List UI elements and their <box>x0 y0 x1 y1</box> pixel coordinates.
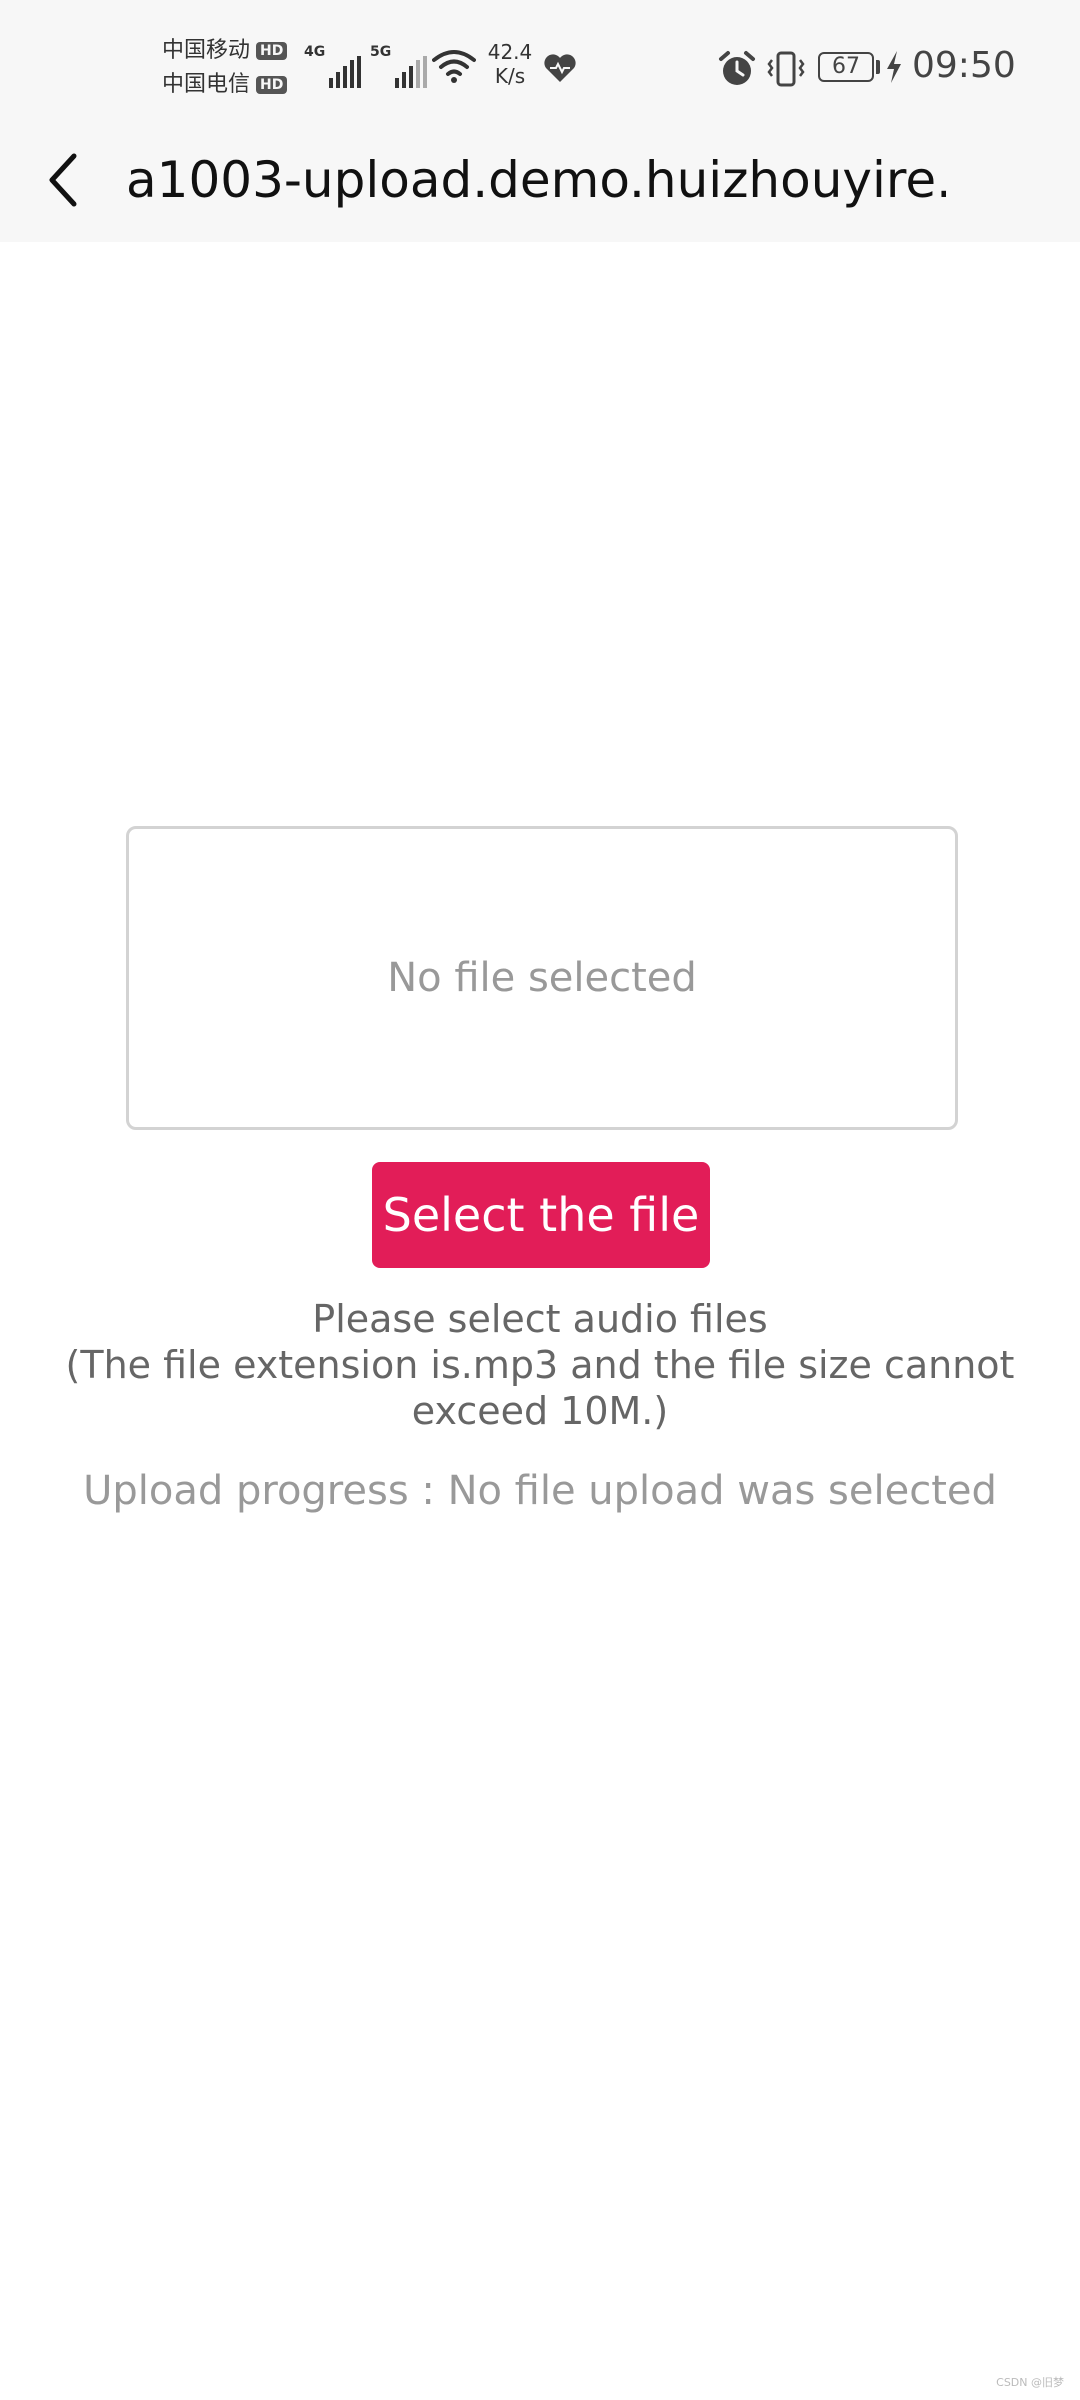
network-type-label: 4G <box>304 44 326 60</box>
wifi-icon <box>432 50 476 83</box>
file-preview-box: No file selected <box>126 826 958 1130</box>
chevron-left-icon[interactable] <box>36 146 92 214</box>
hint-line-2: (The file extension is.mp3 and the file … <box>65 1343 1015 1433</box>
carrier-info: 中国移动 HD 中国电信 HD <box>162 34 288 102</box>
battery-tip <box>876 60 880 74</box>
carrier-1-label: 中国移动 <box>162 38 251 63</box>
battery-icon: 67 <box>818 52 874 82</box>
speed-unit: K/s <box>494 64 526 88</box>
hd-badge: HD <box>256 76 288 94</box>
upload-progress-text: Upload progress : No file upload was sel… <box>83 1468 997 1514</box>
clock: 09:50 <box>912 45 1016 86</box>
watermark: CSDN @旧梦 <box>996 2376 1064 2389</box>
speed-value: 42.4 <box>487 40 533 64</box>
battery-level: 67 <box>832 54 860 79</box>
heart-icon <box>544 54 576 82</box>
hint-line-1: Please select audio files <box>312 1297 768 1341</box>
vibrate-icon <box>767 51 805 87</box>
charging-icon <box>887 51 901 83</box>
carrier-2-label: 中国电信 <box>162 72 251 97</box>
status-bar: 中国移动 HD 中国电信 HD 4G 5G 42.4 K/s 67 09:50 <box>0 0 1080 128</box>
signal-icon: 4G <box>304 44 362 88</box>
alarm-icon <box>719 51 755 85</box>
hd-badge: HD <box>256 42 288 60</box>
upload-hint: Please select audio files (The file exte… <box>30 1296 1050 1434</box>
select-file-button[interactable]: Select the file <box>372 1162 710 1268</box>
title-bar: a1003-upload.demo.huizhouyire... <box>0 128 1080 242</box>
signal-icon: 5G <box>370 44 428 88</box>
page-title: a1003-upload.demo.huizhouyire... <box>126 151 946 209</box>
file-status-text: No file selected <box>387 955 697 1001</box>
network-speed: 42.4 K/s <box>484 40 536 88</box>
network-type-label: 5G <box>370 44 392 60</box>
